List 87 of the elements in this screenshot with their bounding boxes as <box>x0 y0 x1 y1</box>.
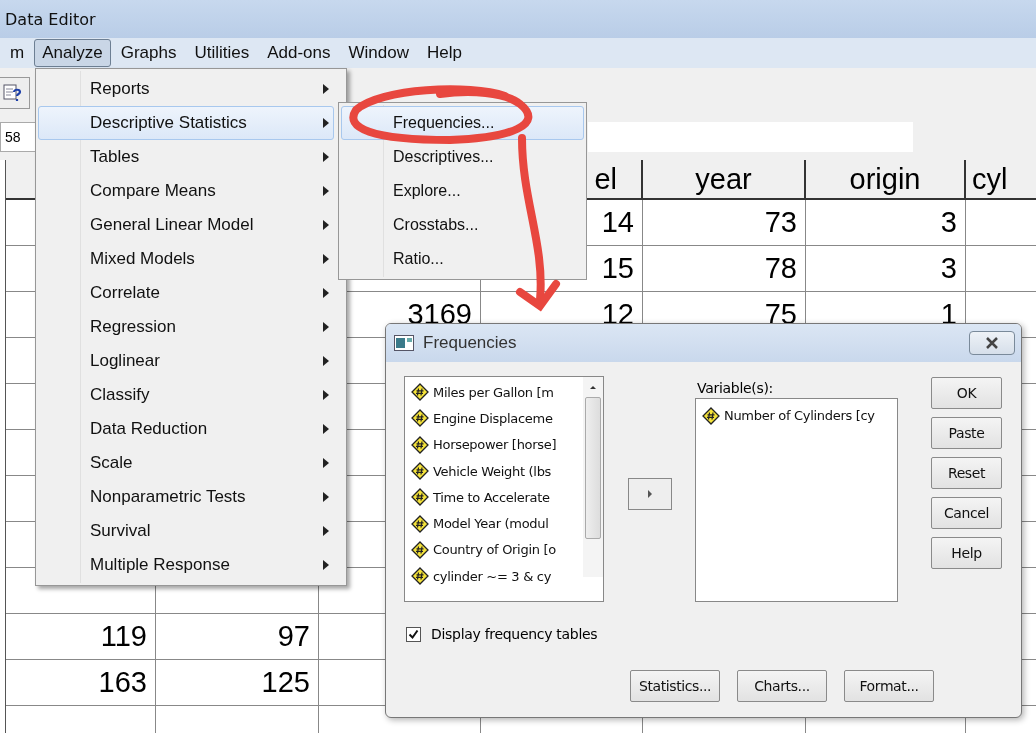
submenu-arrow-icon <box>323 424 329 434</box>
variable-item[interactable]: Country of Origin [o <box>433 542 556 558</box>
dialog-button[interactable]: Format... <box>844 670 934 702</box>
submenu-arrow-icon <box>323 356 329 366</box>
close-button[interactable] <box>969 331 1015 355</box>
menu-bar-item[interactable]: Help <box>419 39 470 67</box>
scale-variable-icon <box>411 514 429 533</box>
variable-item[interactable]: Vehicle Weight (lbs <box>433 463 552 479</box>
window-icon <box>394 335 414 351</box>
table-cell: 3 <box>806 200 966 246</box>
target-variable-list[interactable]: Number of Cylinders [cy <box>695 397 898 602</box>
menu-item[interactable]: Survival <box>38 514 334 548</box>
submenu-arrow-icon <box>323 220 329 230</box>
document-help-icon[interactable] <box>0 77 30 109</box>
submenu-arrow-icon <box>323 288 329 298</box>
variable-item[interactable]: Horsepower [horse] <box>433 437 557 453</box>
menu-item[interactable]: Nonparametric Tests <box>38 480 334 514</box>
dialog-button[interactable]: Paste <box>931 417 1002 449</box>
table-cell: 125 <box>156 660 319 706</box>
submenu-arrow-icon <box>323 152 329 162</box>
variable-item[interactable]: Model Year (modul <box>433 516 549 532</box>
variable-item[interactable]: cylinder ~= 3 & cy <box>433 568 552 584</box>
dialog-button[interactable]: Cancel <box>931 497 1002 529</box>
window-title: Data Editor <box>5 9 96 29</box>
submenu-arrow-icon <box>323 458 329 468</box>
menu-item[interactable]: Compare Means <box>38 174 334 208</box>
move-right-button[interactable] <box>627 478 672 510</box>
menu-item[interactable]: Tables <box>38 140 334 174</box>
submenu-arrow-icon <box>323 186 329 196</box>
menu-bar-item[interactable]: Analyze <box>34 39 111 67</box>
menu-bar-item[interactable]: Add-ons <box>259 39 339 67</box>
menu-bar-item[interactable]: Window <box>340 39 417 67</box>
submenu-arrow-icon <box>323 390 329 400</box>
submenu-arrow-icon <box>323 526 329 536</box>
menu-item[interactable]: Descriptive Statistics <box>38 106 334 140</box>
scale-variable-icon <box>411 540 429 559</box>
scroll-up-arrow-icon[interactable] <box>588 383 598 391</box>
right-arrow-icon <box>645 488 654 500</box>
column-header: cyl <box>966 160 1036 200</box>
submenu-arrow-icon <box>323 84 329 94</box>
menu-item[interactable]: Reports <box>38 72 334 106</box>
menu-item[interactable]: Data Reduction <box>38 412 334 446</box>
menu-bar-item[interactable]: m <box>2 39 33 67</box>
source-variable-list[interactable]: Miles per Gallon [m Engine Displaceme Horsepower [horse] Vehicle Weight (lbs Time to Accelerate Model Year (modul Country of Origin [o cylinder ~= 3 & cy <box>404 376 604 602</box>
submenu-arrow-icon <box>323 118 329 128</box>
checkbox-label: Display frequency tables <box>431 626 598 642</box>
table-cell: 3 <box>806 246 966 292</box>
close-icon <box>984 337 1000 349</box>
submenu-arrow-icon <box>323 254 329 264</box>
dialog-button[interactable]: OK <box>931 377 1002 409</box>
submenu-arrow-icon <box>323 560 329 570</box>
menu-item[interactable]: Mixed Models <box>38 242 334 276</box>
checkbox[interactable] <box>406 626 421 642</box>
menu-item[interactable]: Classify <box>38 378 334 412</box>
column-header: origin <box>806 160 966 200</box>
variables-label: Variable(s): <box>697 380 775 398</box>
table-cell: 78 <box>643 246 806 292</box>
menu-bar-item[interactable]: Utilities <box>186 39 258 67</box>
submenu-arrow-icon <box>323 322 329 332</box>
menu-item[interactable]: Multiple Response <box>38 548 334 582</box>
scale-variable-icon <box>411 488 429 507</box>
menu-bar-item[interactable]: Graphs <box>112 39 185 67</box>
variable-item[interactable]: Engine Displaceme <box>433 410 553 426</box>
dialog-button[interactable]: Statistics... <box>630 670 720 702</box>
menu-item[interactable]: Scale <box>38 446 334 480</box>
scale-variable-icon <box>411 567 429 586</box>
menu-item[interactable]: General Linear Model <box>38 208 334 242</box>
table-cell: 163 <box>6 660 156 706</box>
scrollbar[interactable] <box>583 377 603 577</box>
cell-value-field[interactable] <box>588 122 913 152</box>
menu-item[interactable]: Loglinear <box>38 344 334 378</box>
variable-item[interactable]: Miles per Gallon [m <box>433 384 554 400</box>
submenu-arrow-icon <box>323 492 329 502</box>
table-cell: 97 <box>156 614 319 660</box>
scale-variable-icon <box>702 406 720 425</box>
dialog-button[interactable]: Reset <box>931 457 1002 489</box>
scale-variable-icon <box>411 435 429 454</box>
scale-variable-icon <box>411 462 429 481</box>
dialog-button[interactable]: Help <box>931 537 1002 569</box>
table-cell: 119 <box>6 614 156 660</box>
scale-variable-icon <box>411 383 429 402</box>
dialog-button[interactable]: Charts... <box>737 670 827 702</box>
column-header: year <box>643 160 806 200</box>
table-cell: 73 <box>643 200 806 246</box>
scale-variable-icon <box>411 409 429 428</box>
variable-item[interactable]: Time to Accelerate <box>433 489 550 505</box>
variable-item[interactable]: Number of Cylinders [cy <box>724 408 875 424</box>
